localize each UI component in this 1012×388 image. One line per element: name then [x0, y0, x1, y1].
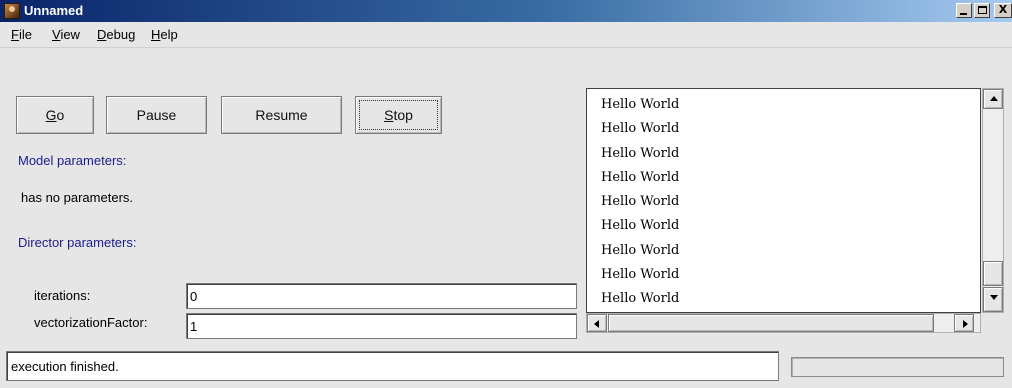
arrow-down-icon [990, 295, 998, 300]
vectorization-factor-field[interactable]: 1 [186, 313, 577, 339]
output-line: Hello World [601, 145, 680, 161]
model-no-parameters-text: has no parameters. [21, 190, 134, 205]
output-line: Hello World [601, 291, 680, 307]
resume-button[interactable]: Resume [221, 96, 342, 134]
go-button[interactable]: Go [16, 96, 94, 134]
pause-button-label: Pause [136, 107, 177, 123]
iterations-label: iterations: [34, 288, 91, 303]
menu-debug-mnemonic: D [97, 27, 107, 42]
scroll-down-button[interactable] [983, 287, 1003, 312]
window-title: Unnamed [24, 3, 84, 18]
model-parameters-heading: Model parameters: [18, 153, 127, 168]
menu-debug[interactable]: Debug [97, 27, 135, 42]
vectorization-factor-value: 1 [190, 319, 198, 334]
arrow-up-icon [990, 96, 998, 101]
director-parameters-heading: Director parameters: [18, 235, 137, 250]
output-line: Hello World [601, 267, 680, 283]
close-icon: X [998, 3, 1008, 16]
menu-help-label: elp [160, 27, 178, 42]
arrow-left-icon [594, 320, 599, 328]
resume-button-label: Resume [255, 107, 308, 123]
stop-button[interactable]: Stop [355, 96, 442, 134]
go-button-mnemonic: G [45, 107, 57, 123]
menu-file-label: ile [18, 27, 32, 42]
stop-button-focus-ring: Stop [359, 100, 438, 130]
app-window: Unnamed X File View Debug Help Go Pause … [0, 0, 1012, 388]
menu-help[interactable]: Help [151, 27, 178, 42]
title-bar[interactable]: Unnamed X [0, 0, 1012, 22]
progress-bar [791, 357, 1004, 377]
maximize-button[interactable] [974, 3, 990, 18]
menu-view[interactable]: View [52, 27, 80, 42]
menu-help-mnemonic: H [151, 27, 161, 42]
scroll-up-button[interactable] [983, 89, 1003, 109]
vectorization-factor-label: vectorizationFactor: [34, 315, 148, 330]
output-line: Hello World [601, 97, 680, 112]
status-message-field: execution finished. [6, 351, 779, 381]
close-button[interactable]: X [994, 3, 1012, 18]
iterations-value: 0 [190, 289, 198, 304]
menu-view-label: iew [60, 27, 80, 42]
arrow-right-icon [963, 320, 968, 328]
minimize-icon [960, 13, 967, 15]
menu-bar: File View Debug Help [0, 22, 1012, 48]
minimize-button[interactable] [956, 3, 972, 18]
output-line: Hello World [601, 218, 680, 234]
pause-button[interactable]: Pause [106, 96, 207, 134]
vertical-scroll-thumb[interactable] [983, 261, 1003, 286]
output-horizontal-scrollbar[interactable] [586, 313, 981, 333]
output-line: Hello World [601, 169, 680, 185]
go-button-label: o [56, 107, 65, 123]
status-message: execution finished. [11, 359, 119, 374]
scroll-right-button[interactable] [954, 314, 974, 332]
output-lines: Hello World Hello World Hello World Hell… [601, 95, 680, 312]
maximize-icon [978, 6, 987, 14]
menu-debug-label: ebug [106, 27, 136, 42]
scroll-left-button[interactable] [587, 314, 607, 332]
output-text-area[interactable]: Hello World Hello World Hello World Hell… [586, 88, 981, 313]
output-line: Hello World [601, 121, 680, 137]
output-line: Hello World [601, 194, 680, 210]
menu-file[interactable]: File [11, 27, 32, 42]
output-line: Hello World [601, 242, 680, 258]
app-icon [4, 3, 20, 19]
output-vertical-scrollbar[interactable] [982, 88, 1004, 313]
horizontal-scroll-thumb[interactable] [608, 314, 934, 332]
menu-file-mnemonic: F [11, 27, 19, 42]
stop-button-label: top [393, 107, 413, 123]
iterations-field[interactable]: 0 [186, 283, 577, 309]
